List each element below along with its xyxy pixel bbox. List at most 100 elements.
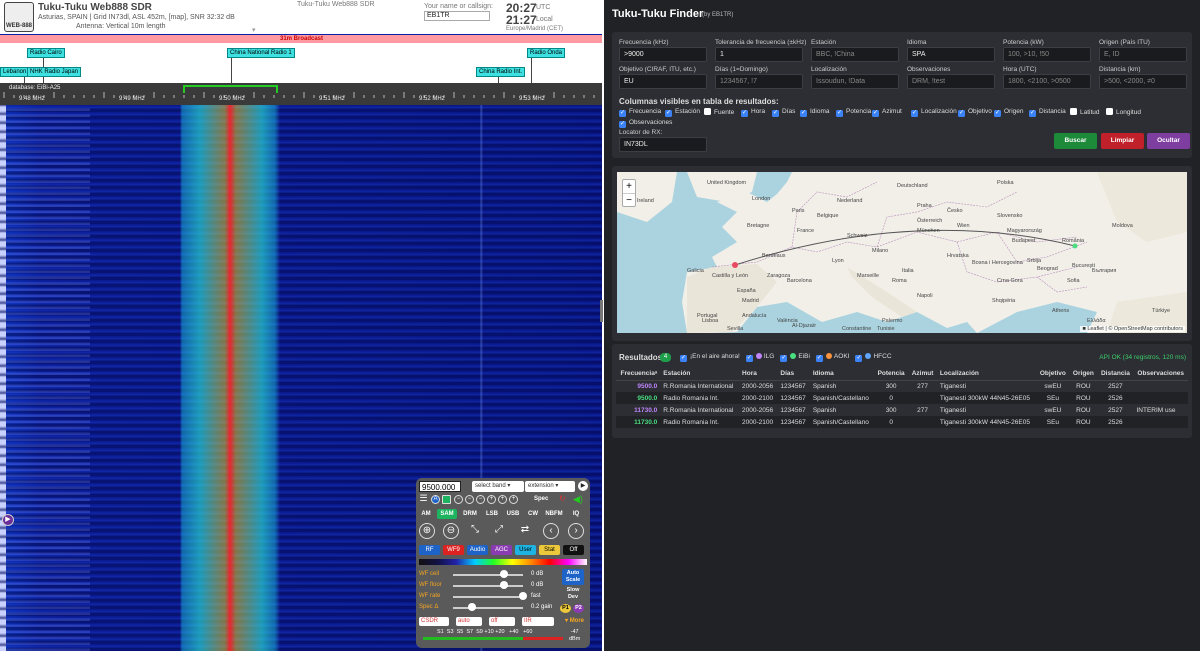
table-header-cell[interactable]: Hora	[739, 368, 778, 381]
spec-button[interactable]: Spec	[534, 495, 548, 504]
field-input[interactable]: 1234567, !7	[715, 74, 803, 89]
extension-select[interactable]: extension ▾	[525, 481, 575, 492]
dsp-select[interactable]: IIR	[522, 617, 554, 626]
minus-icon[interactable]: −	[476, 495, 485, 504]
chip-agc[interactable]: AGC	[491, 545, 512, 555]
collapse-arrows-icon[interactable]: ⤡	[467, 523, 483, 539]
table-header-cell[interactable]: Observaciones	[1133, 368, 1188, 381]
chip-audio[interactable]: Audio	[467, 545, 488, 555]
column-checkbox[interactable]: ✓ Azimut	[872, 108, 902, 117]
table-row[interactable]: 11730.0 Radio Romania Int. 2000-2100 123456…	[616, 416, 1188, 428]
chip-user[interactable]: User	[515, 545, 536, 555]
field-input[interactable]: DRM, !test	[907, 74, 995, 89]
frequency-input[interactable]: 9500.000	[419, 481, 461, 492]
chip-stat[interactable]: Stat	[539, 545, 560, 555]
speaker-icon[interactable]: ◀)	[573, 494, 583, 505]
column-checkbox[interactable]: ✓ Observaciones	[619, 119, 672, 128]
column-checkbox[interactable]: ✓ Frecuencia	[619, 108, 661, 117]
column-checkbox[interactable]: ✓ Objetivo	[958, 108, 992, 117]
map[interactable]: Ireland United Kingdom London Deutschland Po…	[617, 172, 1187, 333]
swap-arrows-icon[interactable]: ⇄	[517, 523, 533, 539]
field-input[interactable]: 1	[715, 47, 803, 62]
a-icon[interactable]: A	[431, 495, 440, 504]
field-input[interactable]: SPA	[907, 47, 995, 62]
side-panel-toggle-icon[interactable]: ▶	[2, 514, 14, 526]
table-header-cell[interactable]: Estación	[660, 368, 740, 381]
field-input[interactable]: EU	[619, 74, 707, 89]
zoom-out-icon[interactable]: ⊖	[443, 523, 459, 539]
preset-p1-button[interactable]: P1	[560, 604, 571, 613]
slider-track[interactable]	[453, 596, 523, 598]
column-checkbox[interactable]: Latitud	[1070, 108, 1100, 116]
column-checkbox[interactable]: ✓ Hora	[741, 108, 765, 117]
menu-icon[interactable]: ☰	[419, 494, 428, 504]
table-header-cell[interactable]: Potencia	[874, 368, 909, 381]
green-square-icon[interactable]	[442, 495, 451, 504]
chip-rf[interactable]: RF	[419, 545, 440, 555]
hide-button[interactable]: Ocultar	[1147, 133, 1190, 149]
field-input[interactable]: 100, >10, !50	[1003, 47, 1091, 62]
station-label[interactable]: China Radio Int.	[476, 67, 526, 77]
play-icon[interactable]: ▶	[578, 481, 588, 491]
field-input[interactable]: >500, <2000, ≠0	[1099, 74, 1187, 89]
zoom-in-icon[interactable]: ⊕	[419, 523, 435, 539]
mode-button-drm[interactable]: DRM	[461, 509, 479, 519]
mode-button-lsb[interactable]: LSB	[483, 509, 501, 519]
arrow-right-icon[interactable]: ›	[568, 523, 584, 539]
column-checkbox[interactable]: Longitud	[1106, 108, 1141, 116]
station-label[interactable]: Radio Onda	[527, 48, 566, 58]
chip-wf9[interactable]: WF9	[443, 545, 464, 555]
plus-icon[interactable]: +	[487, 495, 496, 504]
table-header-cell[interactable]: Origen	[1069, 368, 1098, 381]
preset-p2-button[interactable]: P2	[573, 604, 584, 613]
slider-track[interactable]	[453, 574, 523, 576]
clear-button[interactable]: Limpiar	[1101, 133, 1144, 149]
table-header-cell[interactable]: Días	[777, 368, 810, 381]
dsp-select[interactable]: CSDR	[419, 617, 449, 626]
source-filter-hfcc[interactable]: ✓ HFCC	[855, 353, 892, 362]
table-row[interactable]: 9500.0 Radio Romania Int. 2000-2100 1234567…	[616, 392, 1188, 404]
mode-button-iq[interactable]: IQ	[569, 509, 583, 519]
expand-arrows-icon[interactable]: ⤢	[491, 523, 507, 539]
dsp-select[interactable]: auto	[456, 617, 482, 626]
table-header-cell[interactable]: Objetivo	[1036, 368, 1070, 381]
source-filter-eibi[interactable]: ✓ EiBi	[780, 353, 810, 362]
zoom-in-icon[interactable]: +	[623, 180, 635, 193]
slider-track[interactable]	[453, 585, 523, 587]
mode-button-nbfm[interactable]: NBFM	[543, 509, 565, 519]
autoscale-button[interactable]: Auto Scale	[562, 569, 584, 585]
rx-location-marker[interactable]	[732, 262, 738, 268]
slider-knob[interactable]	[500, 570, 509, 578]
field-input[interactable]: >9000	[619, 47, 707, 62]
mode-button-cw[interactable]: CW	[526, 509, 540, 519]
station-label[interactable]: Radio Cairo	[27, 48, 65, 58]
field-input[interactable]: E, ID	[1099, 47, 1187, 62]
table-header-cell[interactable]: Idioma	[809, 368, 874, 381]
table-row[interactable]: 11730.0 R.Romania International 2000-2056 1…	[616, 404, 1188, 416]
column-checkbox[interactable]: ✓ Estación	[665, 108, 700, 117]
column-checkbox[interactable]: ✓ Potencia	[836, 108, 871, 117]
zoom-out-icon[interactable]: −	[623, 193, 635, 207]
source-filter-aoki[interactable]: ✓ AOKI	[815, 353, 849, 362]
slider-knob[interactable]	[519, 592, 527, 600]
table-header-cell[interactable]: Frecuenciaᵃ	[616, 368, 661, 381]
power-icon[interactable]: ↻	[559, 494, 566, 503]
mode-button-sam[interactable]: SAM	[437, 509, 457, 519]
column-checkbox[interactable]: ✓ Origen	[994, 108, 1024, 117]
slowdev-button[interactable]: Slow Dev	[562, 587, 584, 601]
column-checkbox[interactable]: ✓ Distancia	[1029, 108, 1066, 117]
station-label[interactable]: NHK Radio Japan	[27, 67, 82, 77]
table-header-cell[interactable]: Distancia	[1097, 368, 1134, 381]
slider-knob[interactable]	[467, 603, 476, 611]
slider-track[interactable]	[453, 607, 523, 609]
zoom-out-max-icon[interactable]: −	[454, 495, 463, 504]
callsign-input[interactable]: EB1TR	[424, 11, 490, 21]
station-label[interactable]: China National Radio 1	[227, 48, 295, 58]
arrow-left-icon[interactable]: ‹	[543, 523, 559, 539]
table-header-cell[interactable]: Azimut	[908, 368, 937, 381]
dsp-select[interactable]: off	[489, 617, 515, 626]
column-checkbox[interactable]: Fuente	[704, 108, 734, 116]
more-button[interactable]: ▾ More	[565, 617, 584, 626]
table-row[interactable]: 9500.0 R.Romania International 2000-2056 12…	[616, 380, 1188, 392]
tx-location-marker[interactable]	[1072, 243, 1078, 249]
